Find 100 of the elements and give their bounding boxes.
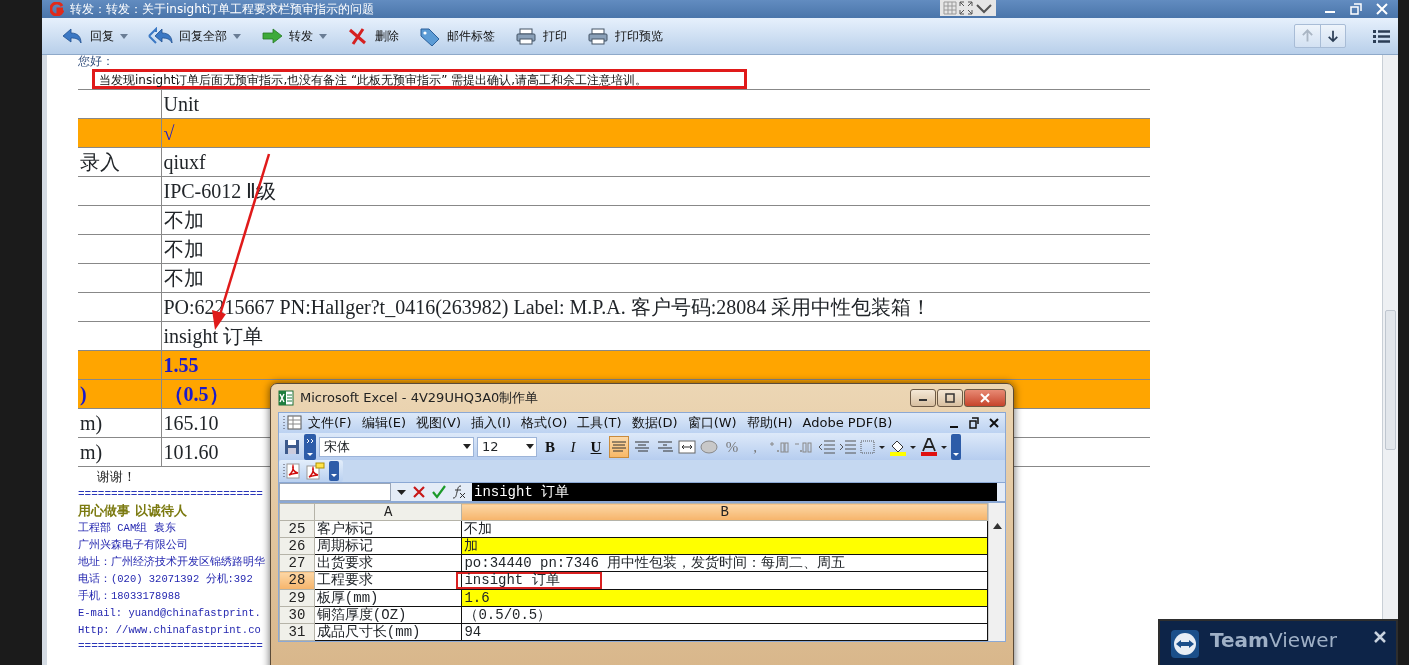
menu-item[interactable]: 视图(V) (411, 415, 467, 431)
delete-icon (347, 26, 369, 46)
size-dropdown[interactable]: 12 (477, 436, 537, 457)
align-left-icon[interactable] (609, 435, 629, 458)
toolbar-button[interactable]: 打印预览 (581, 26, 669, 46)
brand-text: TeamViewer (1210, 629, 1337, 651)
caret-icon (463, 444, 471, 449)
reply-all-icon (148, 26, 173, 46)
scrollbar[interactable] (988, 503, 1005, 641)
table-cell: 工程要求 (314, 571, 462, 590)
table-cell: 94 (461, 623, 988, 641)
toolbar-button[interactable]: 回复全部 (142, 26, 247, 46)
pdf-comment-icon[interactable] (305, 462, 325, 480)
font-dropdown[interactable]: 宋体 (319, 436, 474, 457)
signature-line: 工程部 CAM组 袁东 (78, 521, 176, 536)
window-title: Microsoft Excel - 4V29UHQ3A0制作单 (300, 390, 539, 406)
menu-item[interactable]: 帮助(H) (741, 415, 798, 431)
table-cell: qiuxf (161, 147, 1150, 177)
column-header[interactable]: A (314, 503, 462, 521)
menu-item[interactable]: 工具(T) (572, 415, 627, 431)
toolbar-button[interactable]: 回复 (56, 26, 134, 46)
greeting-text: 您好： (78, 55, 114, 69)
close-icon[interactable] (989, 417, 999, 429)
menu-item[interactable]: 编辑(E) (356, 415, 411, 431)
toolbar-button[interactable]: 邮件标签 (413, 26, 501, 46)
caret-icon (526, 444, 534, 449)
caret-icon (233, 33, 241, 39)
toolbar-button[interactable]: 打印 (509, 26, 573, 46)
table-cell: 录入 (78, 147, 161, 177)
pdf-icon[interactable] (283, 462, 301, 480)
table-cell: 不加 (461, 520, 988, 538)
menu-item[interactable]: 数据(D) (626, 415, 683, 431)
table-cell: √ (161, 118, 1150, 148)
logo-icon (50, 2, 64, 16)
teamviewer-logo-icon (1170, 629, 1200, 659)
table-cell: 成品尺寸长(mm) (314, 623, 462, 641)
table-cell: 出货要求 (314, 554, 462, 572)
table-cell: 不加 (161, 263, 1150, 293)
menu-item[interactable]: 窗口(W) (682, 415, 742, 431)
printer-icon (587, 26, 609, 46)
signature-line: 电话：(020) 32071392 分机:392 (78, 572, 253, 587)
menu-item[interactable]: 插入(I) (466, 415, 516, 431)
toolbar-button[interactable]: 转发 (255, 26, 333, 46)
format-button[interactable]: I (563, 435, 583, 458)
expand-icon[interactable] (959, 1, 973, 15)
table-cell: 铜箔厚度(OZ) (314, 606, 462, 624)
format-button[interactable]: U (586, 435, 606, 458)
printer-icon (515, 26, 537, 46)
motto-text: 用心做事 以诚待人 (78, 502, 187, 520)
menu-item[interactable]: Adobe PDF(B) (797, 415, 898, 431)
table-cell: （0.5/0.5） (461, 606, 988, 624)
table-cell: m) (78, 437, 161, 467)
list-icon[interactable] (1372, 28, 1390, 44)
arrow-up-icon (1301, 28, 1314, 44)
signature-line: Http: //www.chinafastprint.co (78, 623, 261, 638)
table-cell: ) (78, 379, 161, 409)
window-title: 转发：转发：关于insight订单工程要求栏预审指示的问题 (70, 1, 376, 17)
save-icon[interactable] (283, 437, 301, 456)
table-cell: m) (78, 408, 161, 438)
signature-line: 手机：18033178988 (78, 588, 181, 604)
table-cell: Unit (161, 89, 1150, 119)
table-cell: 不加 (161, 205, 1150, 235)
closing-text: 谢谢！ (97, 469, 136, 486)
font-color-icon[interactable] (920, 437, 948, 456)
signature-line: 地址：广州经济技术开发区锦绣路明华 (78, 555, 265, 570)
toolbar-options-icon[interactable] (951, 433, 961, 460)
merge-cells-icon[interactable] (678, 438, 696, 455)
format-button[interactable]: B (540, 435, 560, 458)
toolbar-button[interactable]: 删除 (341, 26, 405, 46)
arrow-up-icon (992, 523, 1002, 529)
column-header[interactable]: B (461, 503, 988, 521)
menu-item[interactable]: 格式(O) (516, 415, 573, 431)
divider-text: ============================ (78, 639, 263, 653)
caret-icon (120, 33, 128, 39)
table-cell: po:34440 pn:7346 用中性包装，发货时间：每周二、周五 (461, 554, 988, 572)
signature-line: E-mail: yuand@chinafastprint. (78, 606, 261, 621)
reply-icon (62, 26, 84, 46)
divider-text: ============================ (78, 487, 263, 501)
table-cell: insight 订单 (161, 321, 1150, 351)
table-cell: 客户标记 (314, 520, 462, 538)
close-button[interactable] (1374, 629, 1386, 644)
sheet-icon[interactable] (283, 414, 303, 432)
arrow-right-icon (261, 26, 283, 46)
spreadsheet-icon (278, 390, 294, 406)
restore-icon[interactable] (969, 417, 979, 429)
maximize-icon[interactable] (943, 392, 957, 404)
arrow-down-icon (1327, 28, 1339, 44)
caret-icon (319, 33, 327, 39)
chevron-down-icon[interactable] (975, 1, 993, 15)
toolbar-options-icon[interactable] (329, 461, 339, 481)
menu-item[interactable]: 文件(F) (303, 415, 357, 431)
table-cell: 板厚(mm) (314, 589, 462, 607)
tag-icon (419, 26, 441, 46)
toolbar-options-icon[interactable] (304, 433, 316, 460)
notice-text: 当发现insight订单后面无预审指示,也没有备注 “此板无预审指示” 需提出确认,请高工和佘工注意培训。 (92, 69, 747, 89)
signature-line: 广州兴森电子有限公司 (78, 538, 188, 553)
table-cell: insight 订单 (456, 572, 602, 589)
close-icon (1374, 630, 1386, 643)
table-cell: 周期标记 (314, 537, 462, 555)
table-cell: 1.55 (161, 350, 1150, 380)
